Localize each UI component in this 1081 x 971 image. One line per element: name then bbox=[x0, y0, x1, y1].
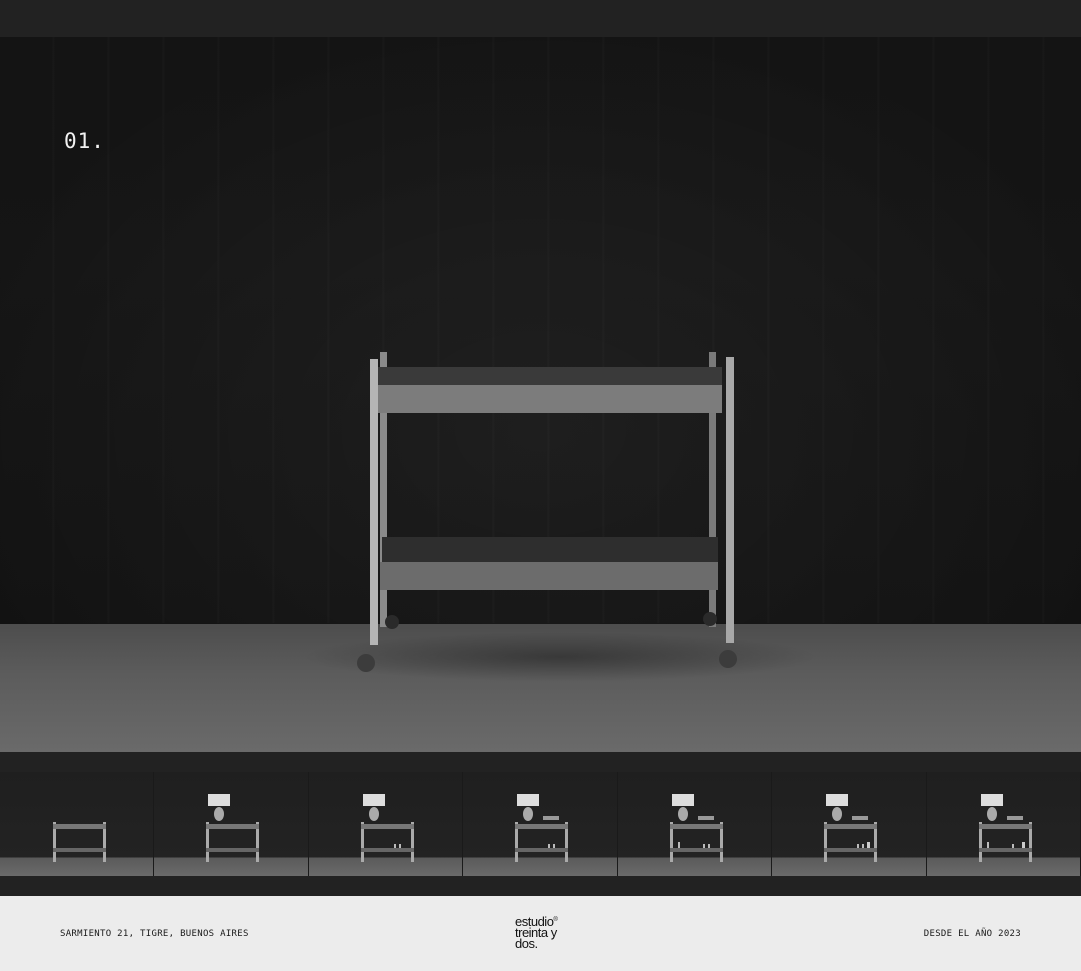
footer-address: SARMIENTO 21, TIGRE, BUENOS AIRES bbox=[60, 929, 249, 939]
slide-number: 01. bbox=[64, 129, 105, 153]
footer-since: DESDE EL AÑO 2023 bbox=[923, 929, 1021, 939]
thumbnail-4[interactable] bbox=[463, 772, 618, 876]
bar-cart-with-lamp-glasses-icon bbox=[669, 794, 723, 862]
bar-cart-with-lamp-icon bbox=[360, 794, 414, 862]
bar-cart-with-lamp-icon bbox=[206, 794, 260, 862]
bar-cart-illustration bbox=[357, 352, 737, 672]
thumbnail-strip bbox=[0, 772, 1081, 876]
thumbnail-7[interactable] bbox=[926, 772, 1081, 876]
thumbnail-5[interactable] bbox=[617, 772, 773, 876]
thumbnail-1[interactable] bbox=[0, 772, 155, 876]
studio-logo[interactable]: estudio® treinta y dos. bbox=[515, 915, 585, 950]
bar-cart-empty-icon bbox=[53, 822, 106, 862]
bar-cart-with-lamp-glasses-icon bbox=[824, 794, 878, 862]
registered-mark: ® bbox=[553, 917, 558, 923]
bar-cart-with-lamp-glasses-icon bbox=[978, 794, 1032, 862]
hero-image[interactable]: 01. bbox=[0, 37, 1081, 752]
thumbnail-3[interactable] bbox=[308, 772, 464, 876]
footer: SARMIENTO 21, TIGRE, BUENOS AIRES estudi… bbox=[0, 896, 1081, 971]
bar-cart-with-lamp-glasses-icon bbox=[515, 794, 569, 862]
thumbnail-6[interactable] bbox=[772, 772, 927, 876]
thumbnail-2[interactable] bbox=[154, 772, 309, 876]
